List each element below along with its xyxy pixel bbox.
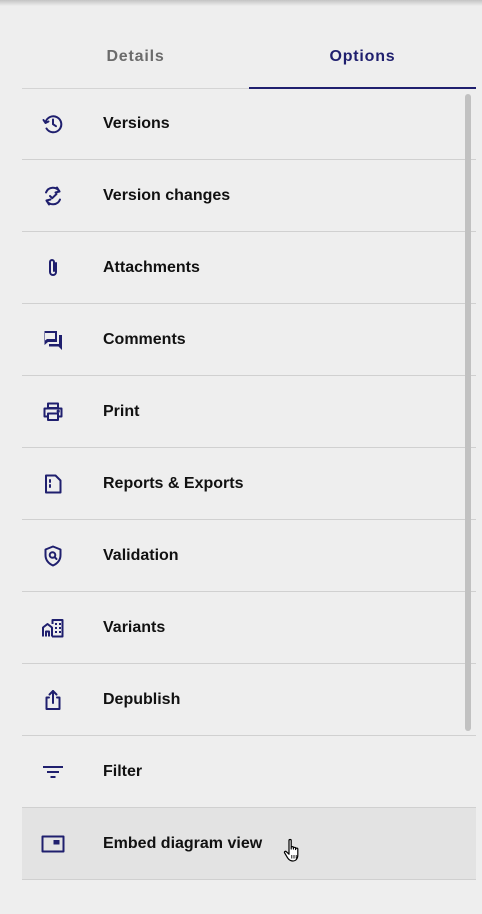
option-label: Version changes — [103, 186, 231, 204]
option-version-changes[interactable]: Version changes — [22, 160, 476, 232]
option-depublish[interactable]: Depublish — [22, 664, 476, 736]
option-label: Reports & Exports — [103, 474, 244, 492]
filter-icon — [41, 760, 65, 784]
option-variants[interactable]: Variants — [22, 592, 476, 664]
option-label: Versions — [103, 114, 170, 132]
option-label: Attachments — [103, 258, 200, 276]
option-filter[interactable]: Filter — [22, 736, 476, 808]
option-versions[interactable]: Versions — [22, 88, 476, 160]
option-label: Variants — [103, 618, 166, 636]
sync-check-icon — [41, 184, 65, 208]
tab-details[interactable]: Details — [22, 26, 249, 88]
option-label: Depublish — [103, 690, 181, 708]
shield-search-icon — [41, 544, 65, 568]
options-list: Versions Version changes Attachments Com… — [22, 88, 476, 880]
paperclip-icon — [41, 256, 65, 280]
option-reports-exports[interactable]: Reports & Exports — [22, 448, 476, 520]
option-validation[interactable]: Validation — [22, 520, 476, 592]
option-print[interactable]: Print — [22, 376, 476, 448]
share-upload-icon — [41, 688, 65, 712]
option-label: Validation — [103, 546, 179, 564]
printer-icon — [41, 400, 65, 424]
tab-bar: Details Options — [22, 26, 476, 89]
top-shadow — [0, 0, 482, 6]
scrollbar-thumb[interactable] — [465, 94, 471, 731]
buildings-icon — [41, 616, 65, 640]
forum-icon — [41, 328, 65, 352]
option-comments[interactable]: Comments — [22, 304, 476, 376]
embed-window-icon — [41, 832, 65, 856]
option-label: Embed diagram view — [103, 834, 263, 852]
option-attachments[interactable]: Attachments — [22, 232, 476, 304]
option-label: Print — [103, 402, 140, 420]
tab-options[interactable]: Options — [249, 26, 476, 89]
history-icon — [41, 112, 65, 136]
option-label: Comments — [103, 330, 186, 348]
option-embed-diagram-view[interactable]: Embed diagram view — [22, 808, 476, 880]
option-label: Filter — [103, 762, 143, 780]
report-icon — [41, 472, 65, 496]
